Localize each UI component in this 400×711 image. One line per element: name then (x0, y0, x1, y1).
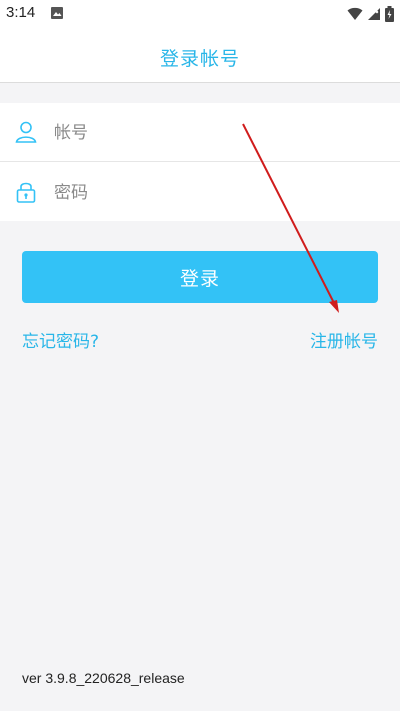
image-icon (51, 7, 63, 19)
user-icon (15, 121, 37, 143)
login-form (0, 103, 400, 221)
password-input[interactable] (52, 177, 376, 209)
account-row (0, 103, 400, 162)
page-title: 登录帐号 (159, 48, 240, 70)
status-time: 3:14 (6, 4, 36, 21)
lock-icon (16, 182, 36, 203)
signal-icon (368, 8, 380, 20)
password-row (0, 163, 400, 221)
account-input[interactable] (52, 117, 376, 149)
status-bar: 3:14 (0, 0, 400, 28)
login-button[interactable]: 登录 (22, 251, 378, 303)
battery-icon (385, 6, 394, 22)
wifi-icon (347, 7, 363, 20)
app-header: 登录帐号 (0, 28, 400, 83)
forgot-password-link[interactable]: 忘记密码? (22, 327, 99, 352)
register-account-link[interactable]: 注册帐号 (310, 327, 378, 352)
status-icons (347, 5, 394, 23)
version-label: ver 3.9.8_220628_release (22, 670, 185, 686)
